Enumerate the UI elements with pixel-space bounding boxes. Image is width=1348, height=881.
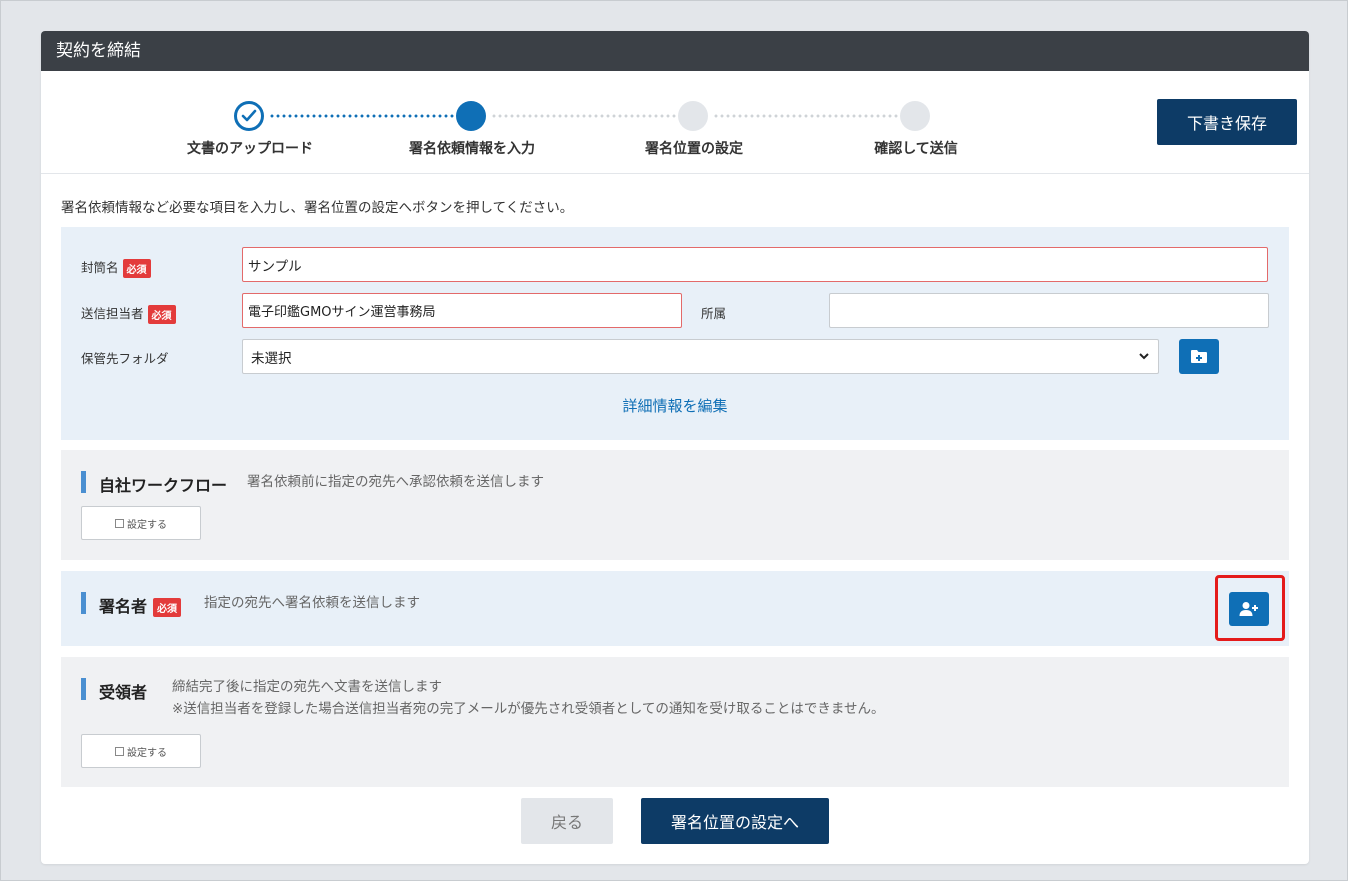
- step-connector-3: [713, 114, 898, 118]
- step-connector-2: [491, 114, 676, 118]
- recipients-note: ※送信担当者を登録した場合送信担当者宛の完了メールが優先され受領者としての通知を…: [172, 701, 885, 717]
- chevron-down-icon: [1139, 353, 1149, 360]
- signers-title-text: 署名者: [99, 597, 148, 616]
- section-accent-bar: [81, 678, 86, 700]
- recipients-title: 受領者: [99, 683, 148, 702]
- step-2-label: 署名依頼情報を入力: [409, 141, 535, 157]
- step-1-check-icon: [234, 101, 264, 131]
- signers-section: 署名者 必須 指定の宛先へ署名依頼を送信します: [61, 571, 1289, 646]
- recipients-section: 受領者 締結完了後に指定の宛先へ文書を送信します ※送信担当者を登録した場合送信…: [61, 657, 1289, 787]
- required-badge: 必須: [122, 259, 151, 278]
- folder-plus-icon: [1191, 350, 1207, 363]
- step-3-label: 署名位置の設定: [645, 141, 743, 157]
- step-2-circle: [456, 101, 486, 131]
- sender-label-text: 送信担当者: [81, 306, 144, 321]
- section-accent-bar: [81, 471, 86, 493]
- workflow-description: 署名依頼前に指定の宛先へ承認依頼を送信します: [247, 474, 544, 490]
- workflow-set-label: 設定する: [127, 519, 167, 531]
- workflow-set-button[interactable]: 設定する: [81, 506, 201, 540]
- instruction-text: 署名依頼情報など必要な項目を入力し、署名位置の設定へボタンを押してください。: [61, 200, 574, 216]
- envelope-name-input[interactable]: サンプル: [242, 247, 1268, 282]
- user-plus-icon: [1239, 602, 1258, 616]
- add-folder-button[interactable]: [1179, 339, 1219, 374]
- affiliation-input[interactable]: [829, 293, 1269, 328]
- window-title: 契約を締結: [41, 31, 1309, 71]
- recipients-description: 締結完了後に指定の宛先へ文書を送信します: [172, 679, 442, 695]
- step-connector-1: [269, 114, 454, 118]
- step-3-circle: [678, 101, 708, 131]
- section-accent-bar: [81, 592, 86, 614]
- storage-folder-select[interactable]: 未選択: [242, 339, 1159, 374]
- sender-input[interactable]: 電子印鑑GMOサイン運営事務局: [242, 293, 682, 328]
- step-4-label: 確認して送信: [874, 141, 958, 157]
- signers-description: 指定の宛先へ署名依頼を送信します: [204, 595, 420, 611]
- affiliation-label: 所属: [701, 306, 727, 321]
- step-1-label: 文書のアップロード: [187, 141, 313, 157]
- stepper: 下書き保存: [41, 71, 1309, 174]
- storage-folder-label: 保管先フォルダ: [81, 351, 169, 366]
- draft-save-button[interactable]: 下書き保存: [1157, 99, 1297, 145]
- recipients-set-label: 設定する: [127, 747, 167, 759]
- storage-folder-selected: 未選択: [251, 350, 292, 367]
- signers-title: 署名者 必須: [99, 593, 182, 617]
- next-signature-position-button[interactable]: 署名位置の設定へ: [641, 798, 829, 844]
- required-badge: 必須: [153, 598, 182, 617]
- checkbox-icon: [115, 518, 124, 528]
- add-signer-button[interactable]: [1229, 592, 1269, 626]
- workflow-section: 自社ワークフロー 署名依頼前に指定の宛先へ承認依頼を送信します 設定する: [61, 450, 1289, 560]
- envelope-name-label: 封筒名 必須: [81, 257, 151, 278]
- workflow-title: 自社ワークフロー: [99, 476, 228, 495]
- sender-label: 送信担当者 必須: [81, 303, 176, 324]
- envelope-name-label-text: 封筒名: [81, 260, 119, 275]
- step-4-circle: [900, 101, 930, 131]
- recipients-set-button[interactable]: 設定する: [81, 734, 201, 768]
- back-button[interactable]: 戻る: [521, 798, 613, 844]
- edit-details-link[interactable]: 詳細情報を編集: [61, 395, 1289, 416]
- request-info-form: 封筒名 必須 サンプル 送信担当者 必須 電子印鑑GMOサイン運営事務局 所属 保管…: [61, 227, 1289, 440]
- required-badge: 必須: [147, 305, 176, 324]
- checkbox-icon: [115, 746, 124, 756]
- contract-window: 契約を締結 下書き保存 文書のアップロード 署名依頼情報を入力 署名位置の設定 …: [41, 31, 1309, 864]
